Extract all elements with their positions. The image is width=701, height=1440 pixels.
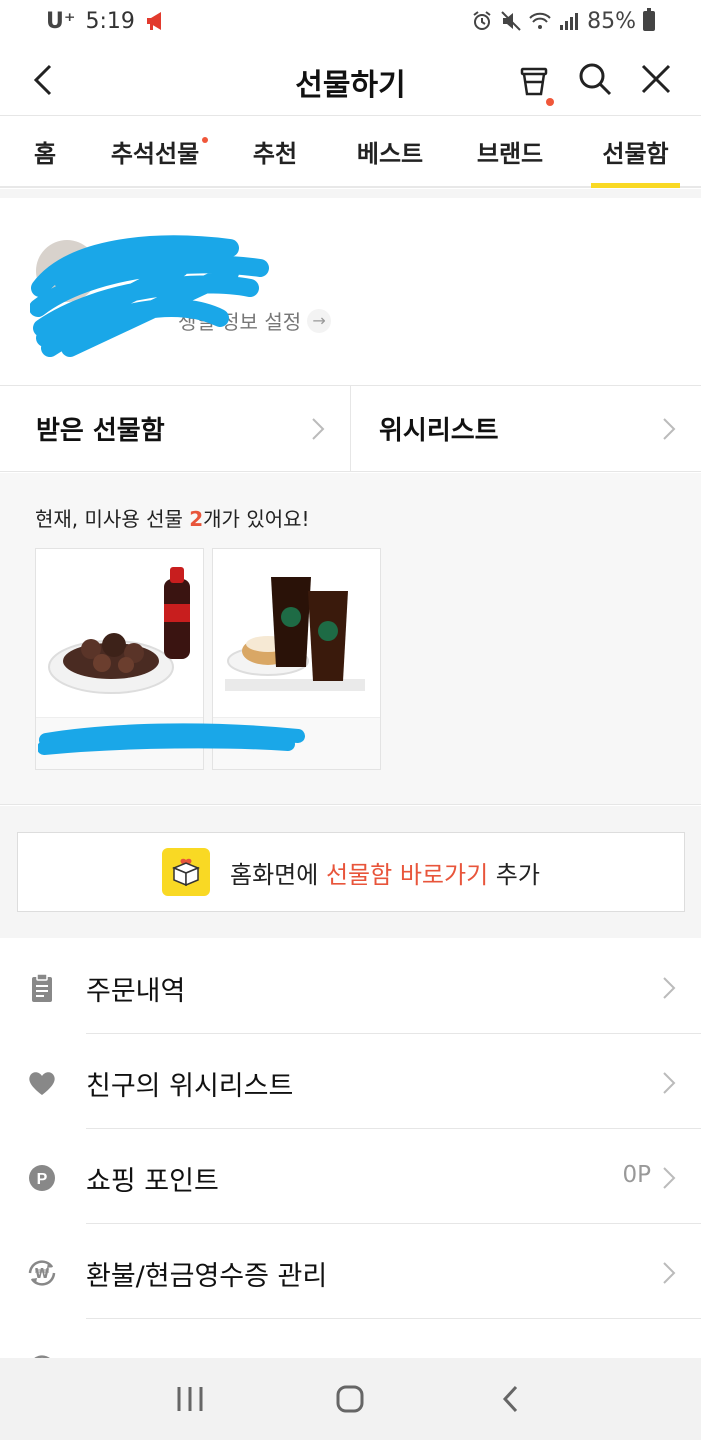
menu-item-orders[interactable]: 주문내역 — [0, 939, 701, 1034]
tab-best[interactable]: 베스트 — [330, 117, 450, 186]
arrow-right-icon: → — [307, 308, 332, 333]
unused-gifts-section: 현재, 미사용 선물 2개가 있어요! — [0, 473, 701, 805]
app-header: 선물하기 — [0, 42, 701, 116]
mute-icon — [501, 11, 521, 31]
battery-icon — [643, 8, 655, 31]
chevron-right-icon — [663, 1167, 676, 1189]
menu-item-friend-wishlist[interactable]: 친구의 위시리스트 — [0, 1034, 701, 1129]
chevron-right-icon — [663, 1072, 676, 1094]
megaphone-icon — [146, 12, 161, 30]
redaction-scribble — [38, 723, 305, 755]
menu-item-label: 친구의 위시리스트 — [86, 1071, 294, 1102]
menu-item-label: 주문내역 — [86, 976, 186, 1007]
wishlist-link[interactable]: 위시리스트 — [350, 386, 701, 471]
back-button[interactable] — [491, 1379, 531, 1419]
notification-dot — [546, 98, 554, 106]
search-icon[interactable] — [576, 60, 614, 98]
unused-gifts-message: 현재, 미사용 선물 2개가 있어요! — [35, 507, 310, 531]
time-label: 5:19 — [85, 8, 135, 34]
tab-recommend[interactable]: 추천 — [220, 117, 330, 186]
point-balance: 0P — [622, 1162, 651, 1188]
redaction-scribble — [30, 235, 269, 357]
tab-gift-box[interactable]: 선물함 — [570, 117, 701, 188]
carrier-label: U⁺ — [46, 8, 76, 34]
alarm-icon — [473, 11, 491, 30]
back-arrow-icon[interactable] — [26, 62, 62, 98]
menu-item-label: 쇼핑 포인트 — [86, 1166, 219, 1197]
refund-icon: ₩ — [28, 1260, 56, 1286]
received-giftbox-label: 받은 선물함 — [36, 416, 165, 446]
unused-gift-count: 2 — [189, 507, 204, 531]
recent-apps-icon — [177, 1387, 203, 1411]
svg-text:P: P — [37, 1171, 48, 1188]
shortcut-banner-text: 홈화면에 선물함 바로가기 추가 — [230, 860, 540, 889]
back-icon — [502, 1385, 517, 1413]
tab-home[interactable]: 홈 — [0, 117, 90, 186]
clipboard-icon — [32, 973, 52, 1002]
gift-box-icon — [162, 848, 211, 896]
giftbox-shortcuts: 받은 선물함 위시리스트 — [0, 386, 701, 472]
new-dot — [202, 137, 208, 143]
received-giftbox-link[interactable]: 받은 선물함 — [0, 386, 350, 471]
menu-item-cut-off[interactable] — [0, 1319, 701, 1359]
menu-item-label: 환불/현금영수증 관리 — [86, 1261, 328, 1292]
wifi-icon — [529, 12, 551, 29]
menu-item-refund-receipt[interactable]: ₩ 환불/현금영수증 관리 — [0, 1224, 701, 1319]
chevron-right-icon — [663, 418, 676, 440]
menu-item-shopping-point[interactable]: P 쇼핑 포인트 0P — [0, 1129, 701, 1224]
shortcut-banner-section: 홈화면에 선물함 바로가기 추가 — [0, 806, 701, 938]
wishlist-label: 위시리스트 — [379, 416, 499, 446]
status-bar: U⁺ 5:19 85% — [0, 0, 701, 42]
add-shortcut-banner[interactable]: 홈화면에 선물함 바로가기 추가 — [17, 832, 685, 912]
category-tabs: 홈 추석선물 추천 베스트 브랜드 선물함 — [0, 117, 701, 188]
heart-icon — [29, 1072, 55, 1095]
close-icon[interactable] — [637, 60, 675, 98]
signal-icon — [560, 13, 579, 30]
coffee-cake-image — [225, 577, 365, 691]
chevron-right-icon — [663, 1262, 676, 1284]
recent-apps-button[interactable] — [170, 1379, 210, 1419]
chevron-right-icon — [312, 418, 325, 440]
point-icon: P — [29, 1165, 55, 1191]
home-button[interactable] — [330, 1379, 370, 1419]
battery-percent: 85% — [587, 8, 636, 34]
chevron-right-icon — [663, 977, 676, 999]
system-nav-bar — [0, 1358, 701, 1440]
tab-chuseok-gift[interactable]: 추석선물 — [90, 117, 220, 186]
profile-section: 생일 정보 설정 → — [0, 198, 701, 386]
gift-cup-icon[interactable] — [515, 60, 553, 98]
account-menu: 주문내역 친구의 위시리스트 P 쇼핑 포인트 0P ₩ 환불/현금영수증 관리 — [0, 939, 701, 1359]
svg-text:₩: ₩ — [35, 1267, 50, 1282]
section-gap — [0, 189, 701, 198]
home-icon — [336, 1385, 364, 1413]
chicken-cola-image — [48, 567, 190, 694]
tab-brand[interactable]: 브랜드 — [450, 117, 570, 186]
